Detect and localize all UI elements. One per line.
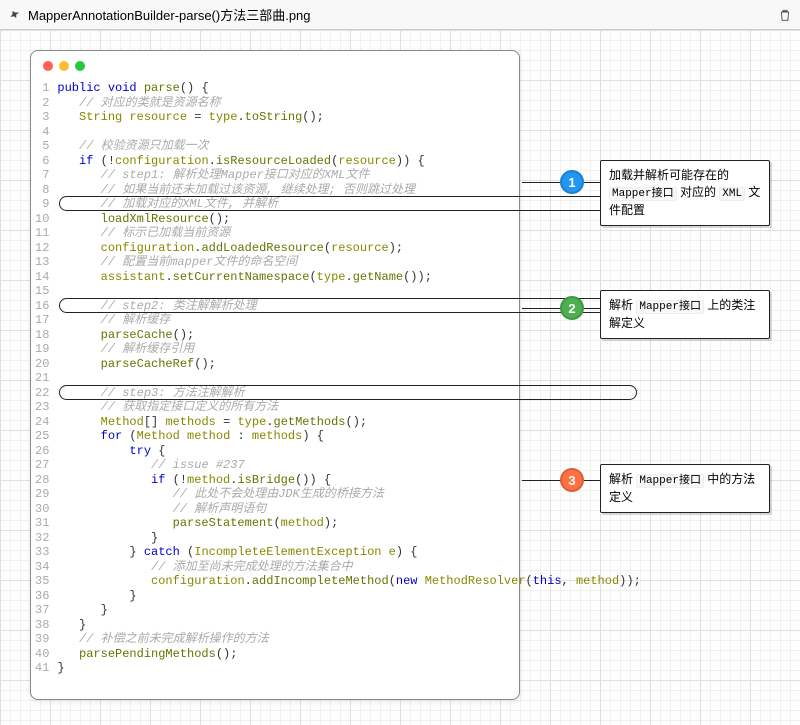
connector-1 <box>522 182 562 183</box>
connector-3 <box>522 480 562 481</box>
maximize-icon[interactable] <box>75 61 85 71</box>
code-content: public void parse() { // 对应的类就是资源名称 Stri… <box>49 81 640 676</box>
highlight-box-1 <box>59 196 636 211</box>
callout-3: 解析 Mapper接口 中的方法定义 <box>600 464 770 513</box>
code-body: 1234567891011121314151617181920212223242… <box>31 77 519 684</box>
trash-icon[interactable] <box>778 8 792 22</box>
minimize-icon[interactable] <box>59 61 69 71</box>
file-title: MapperAnnotationBuilder-parse()方法三部曲.png <box>28 5 311 24</box>
window-titlebar <box>31 51 519 77</box>
diagram-canvas[interactable]: 1234567891011121314151617181920212223242… <box>0 30 800 725</box>
bullet-2: 2 <box>560 296 584 320</box>
bullet-1: 1 <box>560 170 584 194</box>
callout-2: 解析 Mapper接口 上的类注解定义 <box>600 290 770 339</box>
line-gutter: 1234567891011121314151617181920212223242… <box>35 81 49 676</box>
connector-2r <box>584 308 600 309</box>
pin-icon[interactable] <box>8 8 22 22</box>
connector-2 <box>522 308 562 309</box>
connector-1r <box>584 182 600 183</box>
callout-1: 加载并解析可能存在的 Mapper接口 对应的 XML 文件配置 <box>600 160 770 226</box>
close-icon[interactable] <box>43 61 53 71</box>
highlight-box-3 <box>59 385 636 400</box>
code-window: 1234567891011121314151617181920212223242… <box>30 50 520 700</box>
toolbar: MapperAnnotationBuilder-parse()方法三部曲.png <box>0 0 800 30</box>
bullet-3: 3 <box>560 468 584 492</box>
highlight-box-2 <box>59 298 636 313</box>
connector-3r <box>584 480 600 481</box>
